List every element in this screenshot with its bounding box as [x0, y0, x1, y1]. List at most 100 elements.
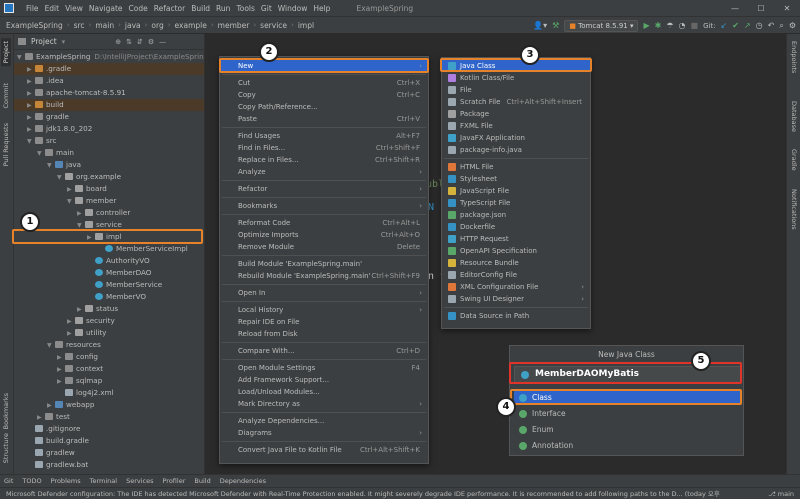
project-panel-title[interactable]: Project [31, 37, 57, 46]
tool-tab-endpoints[interactable]: Endpoints [789, 38, 799, 76]
context-item-refactor[interactable]: Refactor › [220, 183, 428, 195]
git-commit-icon[interactable]: ✔ [732, 21, 739, 30]
new-item-editorconfig-file[interactable]: EditorConfig File [442, 269, 590, 281]
menu-build[interactable]: Build [191, 4, 210, 13]
context-item-mark-directory-as[interactable]: Mark Directory as › [220, 398, 428, 410]
tree-item[interactable]: ▶ .gradle [14, 63, 204, 75]
context-item-diagrams[interactable]: Diagrams › [220, 427, 428, 439]
tree-item[interactable]: gradlew [27, 447, 204, 459]
menu-navigate[interactable]: Navigate [89, 4, 123, 13]
bottom-tab-todo[interactable]: TODO [22, 477, 41, 485]
expand-all-icon[interactable]: ⇅ [126, 38, 132, 46]
collapse-all-icon[interactable]: ⇵ [137, 38, 143, 46]
tree-item[interactable]: ▶ jdk1.8.0_202 [27, 123, 204, 135]
new-item-scratch-file[interactable]: Scratch File Ctrl+Alt+Shift+Insert [442, 96, 590, 108]
tree-item[interactable]: ▶ controller [77, 207, 204, 219]
git-update-icon[interactable]: ↙ [721, 21, 728, 30]
chevron-down-icon[interactable]: ▼ [57, 172, 65, 184]
context-item-bookmarks[interactable]: Bookmarks › [220, 200, 428, 212]
tool-tab-database[interactable]: Database [789, 98, 799, 135]
tree-item[interactable]: ▶ config [57, 351, 204, 363]
tree-item[interactable]: gradlew.bat [27, 459, 204, 471]
tree-item[interactable]: ▶ build [14, 99, 204, 111]
new-item-html-file[interactable]: HTML File [442, 161, 590, 173]
new-item-openapi-specification[interactable]: OpenAPI Specification [442, 245, 590, 257]
context-item-paste[interactable]: Paste Ctrl+V [220, 113, 428, 125]
new-item-swing-ui-designer[interactable]: Swing UI Designer › [442, 293, 590, 305]
context-item-convert-java-file-to-kotlin-file[interactable]: Convert Java File to Kotlin File Ctrl+Alt… [220, 444, 428, 456]
tree-item[interactable]: log4j2.xml [57, 387, 204, 399]
bottom-tab-git[interactable]: Git [4, 477, 13, 485]
gear-icon[interactable]: ⚙ [148, 38, 154, 46]
tool-tab-commit[interactable]: Commit [1, 80, 11, 112]
chevron-down-icon[interactable]: ▼ [47, 340, 55, 352]
context-item-compare-with[interactable]: Compare With... Ctrl+D [220, 345, 428, 357]
chevron-down-icon[interactable]: ▾ [62, 38, 66, 46]
tree-item[interactable]: ▼ resources [47, 339, 204, 351]
maximize-icon[interactable]: ☐ [748, 0, 774, 17]
git-push-icon[interactable]: ↗ [744, 21, 751, 30]
breadcrumb-item[interactable]: member [218, 21, 250, 30]
menu-git[interactable]: Git [261, 4, 272, 13]
breadcrumb-item[interactable]: service [260, 21, 287, 30]
breadcrumb-item[interactable]: src [74, 21, 85, 30]
new-item-data-source-in-path[interactable]: Data Source in Path [442, 310, 590, 322]
tree-item[interactable]: ▶ board [67, 183, 204, 195]
breadcrumb-item[interactable]: org [151, 21, 163, 30]
breadcrumb-item[interactable]: impl [298, 21, 314, 30]
context-item-add-framework-support[interactable]: Add Framework Support... [220, 374, 428, 386]
context-item-local-history[interactable]: Local History › [220, 304, 428, 316]
search-icon[interactable]: ⌕ [779, 21, 783, 31]
breadcrumb-item[interactable]: example [175, 21, 207, 30]
tree-item[interactable]: MemberDAO [87, 267, 204, 279]
bottom-tab-terminal[interactable]: Terminal [90, 477, 117, 485]
tool-tab-bookmarks[interactable]: Bookmarks [1, 390, 11, 432]
stop-icon[interactable]: ■ [691, 21, 699, 30]
chevron-down-icon[interactable]: ▼ [67, 196, 75, 208]
kind-option-interface[interactable]: Interface [514, 407, 741, 421]
new-item-javafx-application[interactable]: JavaFX Application [442, 132, 590, 144]
new-item-stylesheet[interactable]: Stylesheet [442, 173, 590, 185]
coverage-icon[interactable]: ☂ [666, 21, 673, 30]
tree-item[interactable]: build.gradle [27, 435, 204, 447]
context-item-reformat-code[interactable]: Reformat Code Ctrl+Alt+L [220, 217, 428, 229]
context-item-rebuild-module-examplespring-main[interactable]: Rebuild Module 'ExampleSpring.main' Ctrl+… [220, 270, 428, 282]
context-item-find-usages[interactable]: Find Usages Alt+F7 [220, 130, 428, 142]
new-item-dockerfile[interactable]: Dockerfile [442, 221, 590, 233]
tree-item[interactable]: ▼ member [67, 195, 204, 207]
run-configuration-select[interactable]: ■ Tomcat 8.5.91 ▾ [564, 19, 639, 32]
menu-file[interactable]: File [26, 4, 39, 13]
bottom-tab-profiler[interactable]: Profiler [163, 477, 186, 485]
new-item-resource-bundle[interactable]: Resource Bundle [442, 257, 590, 269]
context-item-load-unload-modules[interactable]: Load/Unload Modules... [220, 386, 428, 398]
bottom-tab-dependencies[interactable]: Dependencies [220, 477, 266, 485]
tree-item[interactable]: ▼ src [27, 135, 204, 147]
menu-help[interactable]: Help [313, 4, 330, 13]
tree-item[interactable]: ▶ sqlmap [57, 375, 204, 387]
breadcrumb-item[interactable]: main [95, 21, 114, 30]
tree-item[interactable]: ▶ utility [67, 327, 204, 339]
menu-run[interactable]: Run [216, 4, 230, 13]
menu-refactor[interactable]: Refactor [154, 4, 185, 13]
menu-code[interactable]: Code [129, 4, 148, 13]
tool-tab-structure[interactable]: Structure [1, 430, 11, 466]
tree-item[interactable]: ▶ .idea [27, 75, 204, 87]
menu-view[interactable]: View [65, 4, 83, 13]
menu-tools[interactable]: Tools [236, 4, 254, 13]
settings-gear-icon[interactable]: ⚙ [789, 21, 796, 30]
context-item-optimize-imports[interactable]: Optimize Imports Ctrl+Alt+O [220, 229, 428, 241]
locate-icon[interactable]: ⊕ [115, 38, 121, 46]
chevron-down-icon[interactable]: ▼ [37, 148, 45, 160]
bottom-tab-problems[interactable]: Problems [51, 477, 81, 485]
tool-tab-gradle[interactable]: Gradle [789, 146, 799, 174]
tree-item[interactable]: ▼ main [37, 147, 204, 159]
tree-item[interactable]: AuthorityVO [87, 255, 204, 267]
context-item-cut[interactable]: Cut Ctrl+X [220, 77, 428, 89]
context-item-analyze-dependencies[interactable]: Analyze Dependencies... [220, 415, 428, 427]
tree-item[interactable]: ▶ security [67, 315, 204, 327]
context-item-repair-ide-on-file[interactable]: Repair IDE on File [220, 316, 428, 328]
new-item-package[interactable]: Package [442, 108, 590, 120]
new-item-xml-configuration-file[interactable]: XML Configuration File › [442, 281, 590, 293]
new-item-package-json[interactable]: package.json [442, 209, 590, 221]
tool-tab-notifications[interactable]: Notifications [789, 186, 799, 233]
